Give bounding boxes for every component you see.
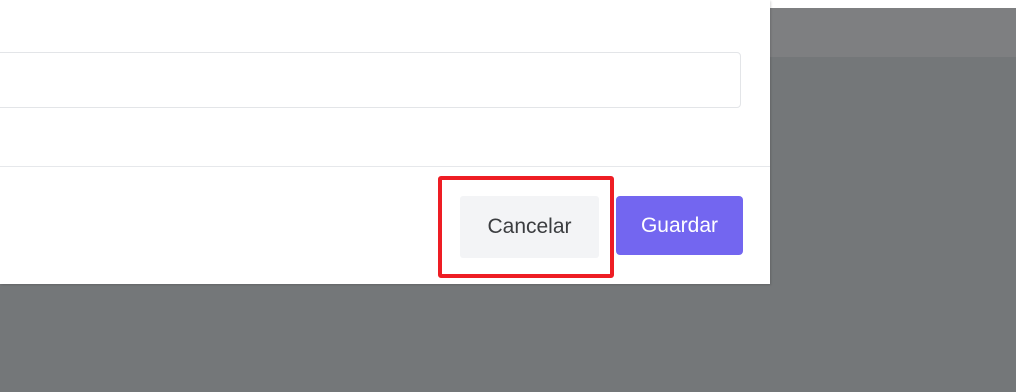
modal-dialog: Cancelar Guardar (0, 0, 770, 284)
cancel-button[interactable]: Cancelar (460, 196, 599, 258)
save-button[interactable]: Guardar (616, 196, 743, 255)
modal-footer-divider (0, 166, 770, 167)
text-input-field[interactable] (0, 52, 741, 108)
page-backdrop-header (770, 8, 1016, 57)
page-backdrop-top (770, 0, 1016, 8)
